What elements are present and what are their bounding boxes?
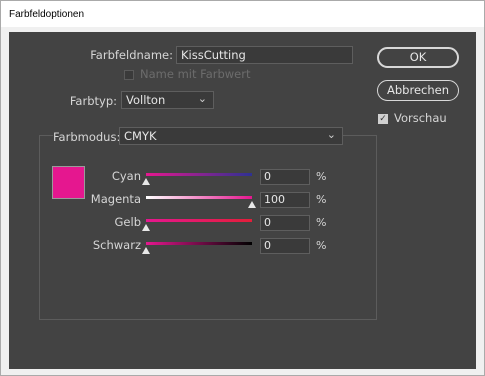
cyan-slider-thumb[interactable] bbox=[142, 178, 150, 185]
name-with-value-label: Name mit Farbwert bbox=[140, 67, 251, 81]
magenta-slider-track[interactable] bbox=[146, 196, 252, 199]
magenta-value-input[interactable]: 100 bbox=[260, 192, 310, 208]
ok-button[interactable]: OK bbox=[377, 47, 459, 68]
chevron-down-icon: ⌄ bbox=[326, 128, 336, 141]
color-mode-label: Farbmodus: bbox=[53, 130, 124, 144]
yellow-value-input[interactable]: 0 bbox=[260, 215, 310, 231]
color-mode-select[interactable]: CMYK ⌄ bbox=[119, 127, 343, 145]
dialog-body: Farbfeldname: KissCutting Name mit Farbw… bbox=[9, 32, 476, 369]
percent-unit: % bbox=[316, 170, 327, 183]
black-slider-thumb[interactable] bbox=[142, 247, 150, 254]
slider-label: Schwarz bbox=[92, 238, 141, 252]
cancel-button[interactable]: Abbrechen bbox=[377, 80, 459, 101]
checkmark-icon: ✓ bbox=[379, 114, 387, 124]
swatch-options-dialog: Farbfeldoptionen Farbfeldname: KissCutti… bbox=[0, 0, 485, 376]
color-type-value: Vollton bbox=[126, 93, 166, 107]
percent-unit: % bbox=[316, 193, 327, 206]
percent-unit: % bbox=[316, 239, 327, 252]
name-with-value-checkbox[interactable] bbox=[124, 70, 134, 80]
black-slider-track[interactable] bbox=[146, 242, 252, 245]
color-mode-value: CMYK bbox=[124, 129, 157, 143]
window-title: Farbfeldoptionen bbox=[9, 9, 85, 20]
slider-value: 100 bbox=[264, 193, 285, 206]
slider-label: Magenta bbox=[90, 192, 141, 206]
swatch-name-input[interactable]: KissCutting bbox=[176, 46, 353, 64]
slider-label: Gelb bbox=[114, 215, 141, 229]
yellow-slider-thumb[interactable] bbox=[142, 224, 150, 231]
swatch-name-value: KissCutting bbox=[181, 48, 246, 62]
yellow-slider-track[interactable] bbox=[146, 219, 252, 222]
cyan-value-input[interactable]: 0 bbox=[260, 169, 310, 185]
slider-value: 0 bbox=[264, 216, 271, 229]
magenta-slider-thumb[interactable] bbox=[248, 201, 256, 208]
black-value-input[interactable]: 0 bbox=[260, 238, 310, 254]
preview-checkbox[interactable]: ✓ bbox=[378, 114, 388, 124]
swatch-name-label: Farbfeldname: bbox=[90, 48, 173, 62]
slider-value: 0 bbox=[264, 170, 271, 183]
color-swatch-preview bbox=[52, 166, 85, 199]
chevron-down-icon: ⌄ bbox=[197, 92, 207, 105]
slider-label: Cyan bbox=[111, 169, 141, 183]
color-type-select[interactable]: Vollton ⌄ bbox=[121, 91, 214, 109]
slider-value: 0 bbox=[264, 239, 271, 252]
percent-unit: % bbox=[316, 216, 327, 229]
color-type-label: Farbtyp: bbox=[69, 94, 117, 108]
preview-label: Vorschau bbox=[394, 111, 447, 125]
title-bar[interactable]: Farbfeldoptionen bbox=[1, 1, 484, 27]
cyan-slider-track[interactable] bbox=[146, 173, 252, 176]
